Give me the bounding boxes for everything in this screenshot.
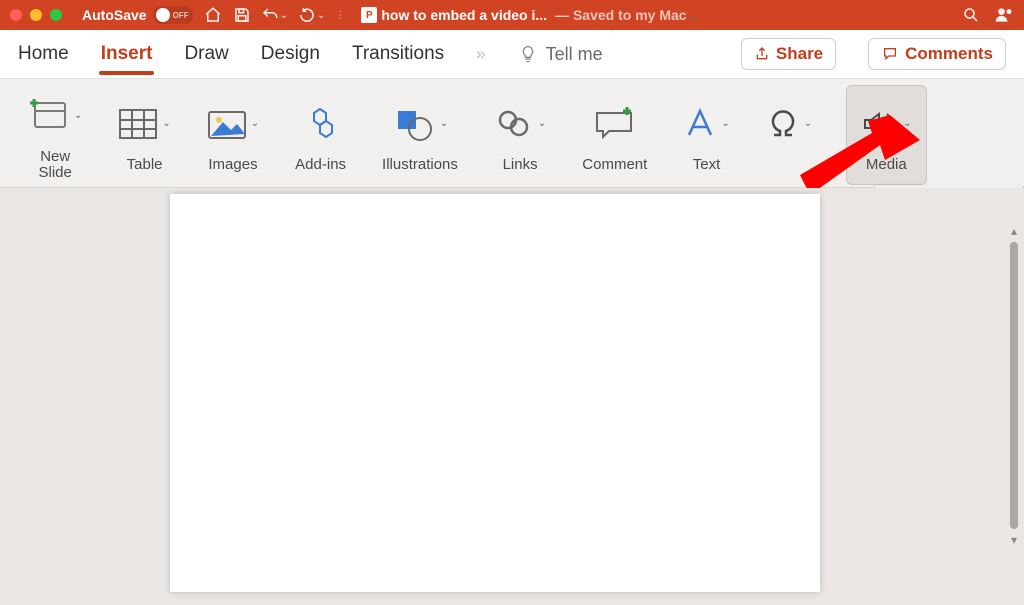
qat-divider: ⋮ <box>335 10 345 21</box>
text-caret[interactable]: ⌄ <box>721 118 729 129</box>
images-label: Images <box>208 157 257 174</box>
window-controls <box>10 9 62 21</box>
new-slide-icon <box>28 99 70 133</box>
images-button[interactable]: ⌄ Images <box>189 85 277 185</box>
comments-icon <box>881 46 899 62</box>
vertical-scrollbar[interactable]: ▴ ▾ <box>1008 224 1020 547</box>
media-label: Media <box>866 157 907 174</box>
text-label: Text <box>693 157 721 174</box>
autosave-toggle[interactable]: AutoSave OFF <box>82 6 193 24</box>
ribbon-tabs: Home Insert Draw Design Transitions » Te… <box>0 30 1024 78</box>
links-icon <box>494 109 534 139</box>
table-label: Table <box>127 157 163 174</box>
scroll-down-icon[interactable]: ▾ <box>1008 533 1020 547</box>
close-window-button[interactable] <box>10 9 22 21</box>
scroll-thumb[interactable] <box>1010 242 1018 529</box>
links-button[interactable]: ⌄ Links <box>476 85 564 185</box>
tab-design[interactable]: Design <box>261 43 320 65</box>
slide-canvas[interactable] <box>170 194 820 592</box>
tell-me-search[interactable]: Tell me <box>518 44 603 65</box>
addins-button[interactable]: Add-ins <box>277 85 364 185</box>
table-caret[interactable]: ⌄ <box>162 118 170 129</box>
tab-home[interactable]: Home <box>18 43 69 65</box>
autosave-switch[interactable]: OFF <box>153 6 193 24</box>
table-icon <box>118 108 158 140</box>
redo-icon[interactable]: ⌄ <box>298 6 325 24</box>
media-caret[interactable]: ⌄ <box>903 118 911 129</box>
tab-transitions[interactable]: Transitions <box>352 43 444 65</box>
insert-ribbon: ⌄ New Slide ⌄ Table ⌄ Images <box>0 78 1024 188</box>
addins-icon <box>301 107 341 141</box>
new-slide-label: New Slide <box>39 149 72 182</box>
comment-icon <box>593 107 637 141</box>
new-slide-caret[interactable]: ⌄ <box>74 110 82 121</box>
share-label: Share <box>776 44 823 64</box>
illustrations-icon <box>392 107 436 141</box>
doc-name-text: how to embed a video i... <box>381 7 547 23</box>
minimize-window-button[interactable] <box>30 9 42 21</box>
search-icon[interactable] <box>962 6 980 24</box>
illustrations-button[interactable]: ⌄ Illustrations <box>364 85 476 185</box>
links-caret[interactable]: ⌄ <box>538 118 546 129</box>
doc-status: — Saved to my Mac⌄ <box>555 7 697 23</box>
links-label: Links <box>503 157 538 174</box>
tab-insert[interactable]: Insert <box>101 43 153 65</box>
images-icon <box>207 108 247 140</box>
autosave-knob <box>156 8 170 22</box>
comment-button[interactable]: Comment <box>564 85 665 185</box>
doc-status-caret[interactable]: ⌄ <box>689 12 697 23</box>
media-button[interactable]: ⌄ Media <box>846 85 926 185</box>
images-caret[interactable]: ⌄ <box>251 118 259 129</box>
illustrations-caret[interactable]: ⌄ <box>440 118 448 129</box>
undo-icon[interactable]: ⌄ <box>261 6 288 24</box>
share-icon <box>754 46 770 62</box>
tell-me-label: Tell me <box>546 44 603 65</box>
comments-label: Comments <box>905 44 993 64</box>
text-icon <box>683 107 717 141</box>
scroll-track[interactable] <box>1010 242 1018 529</box>
tabs-overflow-icon[interactable]: » <box>476 44 485 64</box>
titlebar: AutoSave OFF ⌄ ⌄ ⋮ P how to embed a vide… <box>0 0 1024 30</box>
save-icon[interactable] <box>233 6 251 24</box>
audio-icon <box>861 108 899 140</box>
comments-button[interactable]: Comments <box>868 38 1006 70</box>
home-icon[interactable] <box>203 6 223 24</box>
share-button[interactable]: Share <box>741 38 836 70</box>
autosave-state: OFF <box>173 11 189 20</box>
slide-workspace: ▴ ▾ <box>0 188 1024 605</box>
maximize-window-button[interactable] <box>50 9 62 21</box>
symbols-caret[interactable]: ⌄ <box>804 118 812 129</box>
autosave-label: AutoSave <box>82 7 147 23</box>
tab-draw[interactable]: Draw <box>184 43 228 65</box>
table-button[interactable]: ⌄ Table <box>100 85 188 185</box>
document-title[interactable]: P how to embed a video i... — Saved to m… <box>361 7 697 23</box>
redo-caret[interactable]: ⌄ <box>317 10 325 21</box>
undo-caret[interactable]: ⌄ <box>280 10 288 21</box>
new-slide-button[interactable]: ⌄ New Slide <box>10 85 100 185</box>
omega-icon <box>766 107 800 141</box>
scroll-up-icon[interactable]: ▴ <box>1008 224 1020 238</box>
symbols-label <box>787 157 791 174</box>
text-button[interactable]: ⌄ Text <box>665 85 747 185</box>
illustrations-label: Illustrations <box>382 157 458 174</box>
lightbulb-icon <box>518 44 538 64</box>
addins-label: Add-ins <box>295 157 346 174</box>
comment-label: Comment <box>582 157 647 174</box>
powerpoint-badge-icon: P <box>361 7 377 23</box>
symbols-button[interactable]: ⌄ <box>748 85 840 185</box>
account-icon[interactable] <box>994 5 1014 25</box>
